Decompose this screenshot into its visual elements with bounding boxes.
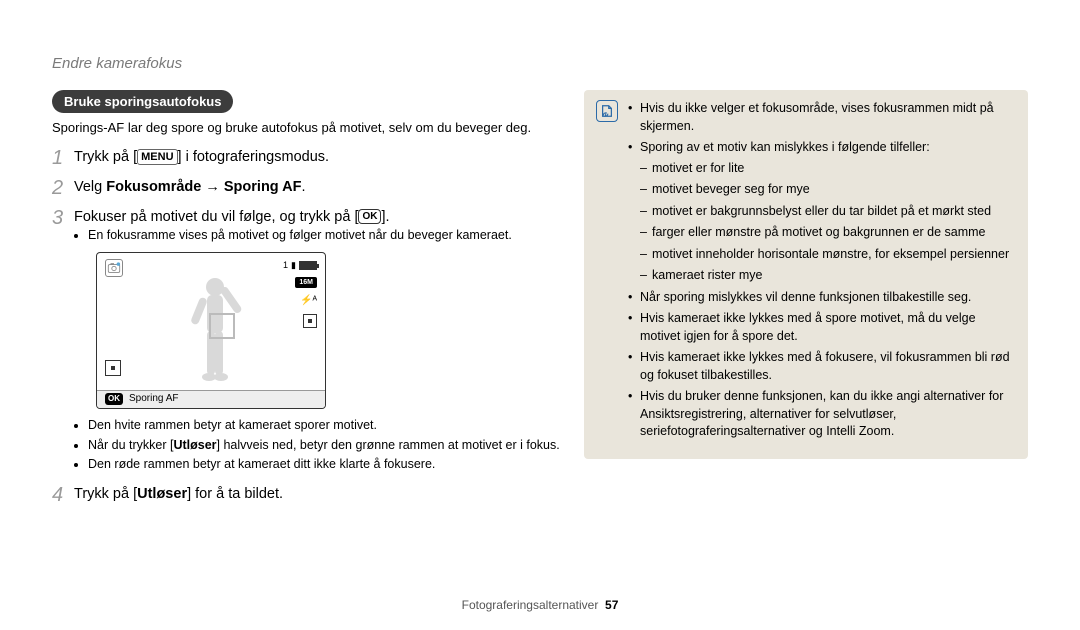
menu-button-icon: MENU bbox=[137, 149, 177, 165]
info-subitem: motivet inneholder horisontale mønstre, … bbox=[640, 246, 1016, 264]
step-sub-item: Den hvite rammen betyr at kameraet spore… bbox=[88, 417, 562, 434]
step-body: Trykk på [MENU] i fotograferingsmodus. bbox=[74, 147, 562, 167]
step-text: ] for å ta bildet. bbox=[187, 486, 283, 502]
battery-icon bbox=[299, 261, 317, 270]
step-text: ] i fotograferingsmodus. bbox=[178, 149, 330, 165]
left-column: Bruke sporingsautofokus Sporings-AF lar … bbox=[52, 90, 562, 590]
info-sublist: motivet er for lite motivet beveger seg … bbox=[640, 160, 1016, 285]
intro-text: Sporings-AF lar deg spore og bruke autof… bbox=[52, 119, 562, 137]
ok-button-icon: OK bbox=[358, 209, 381, 224]
info-subitem: motivet beveger seg for mye bbox=[640, 181, 1016, 199]
step-bold: Utløser bbox=[137, 486, 187, 502]
step-sub-item: Når du trykker [Utløser] halvveis ned, b… bbox=[88, 437, 562, 454]
step-sub-list: Den hvite rammen betyr at kameraet spore… bbox=[74, 417, 562, 474]
right-column: Hvis du ikke velger et fokusområde, vise… bbox=[584, 90, 1028, 590]
info-list: Hvis du ikke velger et fokusområde, vise… bbox=[628, 100, 1016, 445]
focus-frame bbox=[209, 313, 235, 339]
step-number: 4 bbox=[52, 484, 74, 506]
step-text: Velg bbox=[74, 179, 106, 195]
page-footer: Fotograferingsalternativer 57 bbox=[0, 598, 1080, 612]
info-item: Hvis kameraet ikke lykkes med å spore mo… bbox=[628, 310, 1016, 345]
footer-page-number: 57 bbox=[605, 598, 618, 612]
step-sub-list: En fokusramme vises på motivet og følger… bbox=[74, 227, 562, 244]
step-text: ]. bbox=[381, 209, 389, 225]
step-body: Trykk på [Utløser] for å ta bildet. bbox=[74, 484, 562, 504]
focus-mode-icon bbox=[303, 314, 317, 328]
lcd-batt-count: 1 bbox=[283, 259, 288, 272]
lcd-illustration: 1 ▮ 16M ⚡ᴬ bbox=[96, 252, 562, 409]
mode-icon bbox=[105, 259, 123, 277]
lcd-bottom-label: Sporing AF bbox=[129, 392, 178, 406]
info-subitem: farger eller mønstre på motivet og bakgr… bbox=[640, 224, 1016, 242]
section-heading-pill: Bruke sporingsautofokus bbox=[52, 90, 233, 113]
lcd-bottom-bar: OK Sporing AF bbox=[97, 390, 325, 408]
step-sub-item: En fokusramme vises på motivet og følger… bbox=[88, 227, 562, 244]
info-item: Når sporing mislykkes vil denne funksjon… bbox=[628, 289, 1016, 307]
info-item: Hvis kameraet ikke lykkes med å fokusere… bbox=[628, 349, 1016, 384]
step-sub-item: Den røde rammen betyr at kameraet ditt i… bbox=[88, 456, 562, 473]
step-number: 3 bbox=[52, 207, 74, 229]
step-text: Trykk på [ bbox=[74, 149, 137, 165]
info-subitem: kameraet rister mye bbox=[640, 267, 1016, 285]
step-body: Fokuser på motivet du vil følge, og tryk… bbox=[74, 207, 562, 477]
step-number: 1 bbox=[52, 147, 74, 169]
steps-list: 1 Trykk på [MENU] i fotograferingsmodus.… bbox=[52, 147, 562, 507]
af-point-icon bbox=[105, 360, 121, 376]
step-body: Velg Fokusområde → Sporing AF. bbox=[74, 177, 562, 197]
breadcrumb: Endre kamerafokus bbox=[52, 55, 182, 72]
info-item: Hvis du ikke velger et fokusområde, vise… bbox=[628, 100, 1016, 135]
info-subitem: motivet er bakgrunnsbelyst eller du tar … bbox=[640, 203, 1016, 221]
ok-button-dark-icon: OK bbox=[105, 393, 123, 405]
footer-section: Fotograferingsalternativer bbox=[462, 598, 599, 612]
info-item: Sporing av et motiv kan mislykkes i følg… bbox=[628, 139, 1016, 285]
step-text: Trykk på [ bbox=[74, 486, 137, 502]
note-icon bbox=[596, 100, 618, 122]
lcd-size-label: 16M bbox=[295, 277, 317, 288]
info-note-box: Hvis du ikke velger et fokusområde, vise… bbox=[584, 90, 1028, 459]
flash-icon: ⚡ᴬ bbox=[300, 294, 317, 308]
page-content: Bruke sporingsautofokus Sporings-AF lar … bbox=[52, 90, 1028, 590]
step-number: 2 bbox=[52, 177, 74, 199]
step-bold: Fokusområde → Sporing AF bbox=[106, 179, 301, 195]
info-subitem: motivet er for lite bbox=[640, 160, 1016, 178]
step-text: . bbox=[301, 179, 305, 195]
step-text: Fokuser på motivet du vil følge, og tryk… bbox=[74, 209, 358, 225]
info-item: Hvis du bruker denne funksjonen, kan du … bbox=[628, 388, 1016, 441]
